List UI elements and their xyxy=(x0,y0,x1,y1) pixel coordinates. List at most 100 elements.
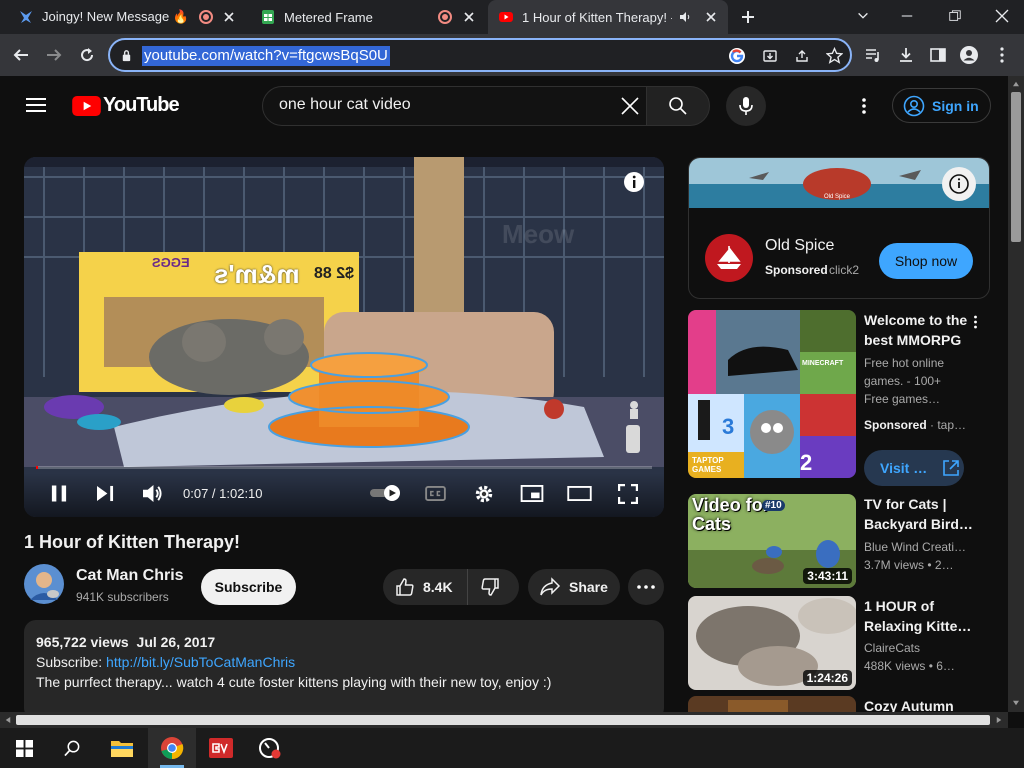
scroll-left-icon[interactable] xyxy=(5,716,11,724)
horizontal-scrollbar[interactable] xyxy=(0,712,1008,728)
dislike-button[interactable] xyxy=(468,569,512,605)
browser-menu-icon[interactable] xyxy=(999,46,1005,64)
restore-icon[interactable] xyxy=(948,9,962,23)
channel-avatar[interactable] xyxy=(24,564,64,604)
scroll-up-icon[interactable] xyxy=(1012,81,1020,87)
share-button[interactable]: Share xyxy=(528,569,620,605)
tab-search-chevron-icon[interactable] xyxy=(856,9,870,23)
captions-icon[interactable] xyxy=(425,486,446,501)
next-video-icon[interactable] xyxy=(96,485,115,502)
tab-joingy[interactable]: Joingy! New Message 🔥 xyxy=(8,0,188,34)
subscribe-button[interactable]: Subscribe xyxy=(201,569,296,605)
video-info-icon[interactable] xyxy=(623,171,645,193)
scroll-right-icon[interactable] xyxy=(996,716,1002,724)
sidebar-title[interactable]: Welcome to the best MMORPG xyxy=(864,310,967,350)
volume-icon[interactable] xyxy=(142,484,163,503)
sidebar-title[interactable]: TV for Cats | Backyard Bird… xyxy=(864,494,973,534)
taskbar-search-button[interactable] xyxy=(48,728,96,768)
progress-track[interactable] xyxy=(36,466,652,469)
address-bar[interactable]: youtube.com/watch?v=ftgcwsBqS0U xyxy=(108,38,852,72)
download-icon[interactable] xyxy=(897,46,915,64)
close-icon[interactable] xyxy=(704,10,718,24)
bookmark-star-icon[interactable] xyxy=(826,47,843,64)
miniplayer-icon[interactable] xyxy=(520,485,544,502)
search-box[interactable]: one hour cat video xyxy=(262,86,648,126)
sidebar-channel[interactable]: ClaireCats xyxy=(864,639,920,657)
sidebar-sponsor-line: Sponsored · tap… xyxy=(864,418,967,432)
url-text[interactable]: youtube.com/watch?v=ftgcwsBqS0U xyxy=(142,46,390,66)
age: 6… xyxy=(936,659,955,673)
sidebar-description: Free hot online games. - 100+ Free games… xyxy=(864,354,944,408)
settings-more-icon[interactable] xyxy=(861,97,867,115)
sidebar-thumbnail-tv-for-cats[interactable]: Video for Cats #10 3:43:11 xyxy=(688,494,856,588)
side-panel-icon[interactable] xyxy=(929,46,947,64)
google-icon[interactable] xyxy=(728,47,746,65)
settings-gear-icon[interactable] xyxy=(474,484,494,504)
youtube-logo[interactable]: YouTube xyxy=(72,94,180,117)
clear-search-icon[interactable] xyxy=(620,96,640,116)
new-tab-icon[interactable] xyxy=(740,9,756,25)
sidebar-thumbnail-relaxing-kittens[interactable]: 1:24:26 xyxy=(688,596,856,690)
visit-button[interactable]: Visit … xyxy=(864,450,964,486)
pause-icon[interactable] xyxy=(51,484,67,503)
close-icon[interactable] xyxy=(462,10,476,24)
profile-icon[interactable] xyxy=(959,45,979,65)
search-input[interactable]: one hour cat video xyxy=(279,96,411,114)
title-line: Relaxing Kitte… xyxy=(864,618,972,634)
sidebar-thumbnail-cozy-autumn[interactable] xyxy=(688,696,856,712)
more-actions-button[interactable] xyxy=(628,569,664,605)
channel-name[interactable]: Cat Man Chris xyxy=(76,567,184,585)
sign-in-button[interactable]: Sign in xyxy=(892,88,991,123)
taskbar-app-timer[interactable] xyxy=(246,728,294,768)
ad-card[interactable]: Old Spice Old Spice Sponsored click2 Sho… xyxy=(688,157,990,299)
scroll-down-icon[interactable] xyxy=(1012,700,1020,706)
shop-now-button[interactable]: Shop now xyxy=(879,243,973,279)
like-button[interactable]: 8.4K xyxy=(383,569,468,605)
tab-metered-frame[interactable]: Metered Frame xyxy=(250,0,486,34)
taskbar-file-explorer[interactable] xyxy=(98,728,146,768)
fullscreen-icon[interactable] xyxy=(618,484,638,504)
video-player[interactable]: Meow $2 88 m&m's EGGS 0:07 / 1:02:10 xyxy=(24,157,664,517)
scroll-thumb[interactable] xyxy=(16,715,990,725)
vertical-scrollbar[interactable] xyxy=(1008,76,1024,712)
sidebar-title[interactable]: Cozy Autumn xyxy=(864,696,954,712)
like-dislike-group: 8.4K xyxy=(383,569,519,605)
share-arrow-icon xyxy=(540,577,561,596)
share-page-icon[interactable] xyxy=(794,48,810,64)
taskbar-chrome[interactable] xyxy=(148,728,196,768)
autoplay-toggle-icon[interactable] xyxy=(368,485,404,501)
windows-logo-icon xyxy=(15,739,33,757)
chrome-icon xyxy=(161,737,184,760)
sidebar-thumbnail-game[interactable]: 3 2 TAPTOP GAMES MINECRAFT xyxy=(688,310,856,478)
back-icon[interactable] xyxy=(12,46,30,64)
minimize-icon[interactable] xyxy=(900,9,914,23)
thumbs-down-icon xyxy=(481,578,499,596)
tab-recording[interactable] xyxy=(188,0,248,34)
hamburger-menu-icon[interactable] xyxy=(26,97,46,113)
window-close-icon[interactable] xyxy=(994,8,1010,24)
theater-mode-icon[interactable] xyxy=(567,486,592,501)
scroll-thumb[interactable] xyxy=(1011,92,1021,242)
sidebar-title[interactable]: 1 HOUR of Relaxing Kitte… xyxy=(864,596,971,636)
game-minecraft-text: MINECRAFT xyxy=(802,360,844,367)
media-queue-icon[interactable] xyxy=(864,46,882,64)
forward-icon[interactable] xyxy=(45,46,63,64)
tab-youtube[interactable]: 1 Hour of Kitten Therapy! - Y xyxy=(488,0,728,34)
lock-icon[interactable] xyxy=(120,49,133,62)
taskbar-app-red[interactable] xyxy=(197,728,245,768)
title-line: TV for Cats | xyxy=(864,496,947,512)
install-app-icon[interactable] xyxy=(762,48,778,64)
sidebar-channel[interactable]: Blue Wind Creati… xyxy=(864,538,966,556)
game-badge-two: 2 xyxy=(800,450,813,475)
description-box[interactable]: 965,722 views Jul 26, 2017 Subscribe: ht… xyxy=(24,620,664,712)
ad-info-icon[interactable] xyxy=(941,166,977,202)
search-button[interactable] xyxy=(646,86,710,126)
voice-search-button[interactable] xyxy=(726,86,766,126)
start-button[interactable] xyxy=(0,728,48,768)
item-menu-icon[interactable] xyxy=(973,314,978,330)
close-icon[interactable] xyxy=(222,10,236,24)
time-display: 0:07 / 1:02:10 xyxy=(183,486,263,501)
speaker-icon[interactable] xyxy=(678,10,692,24)
description-link[interactable]: http://bit.ly/SubToCatManChris xyxy=(106,654,295,670)
reload-icon[interactable] xyxy=(78,46,96,64)
